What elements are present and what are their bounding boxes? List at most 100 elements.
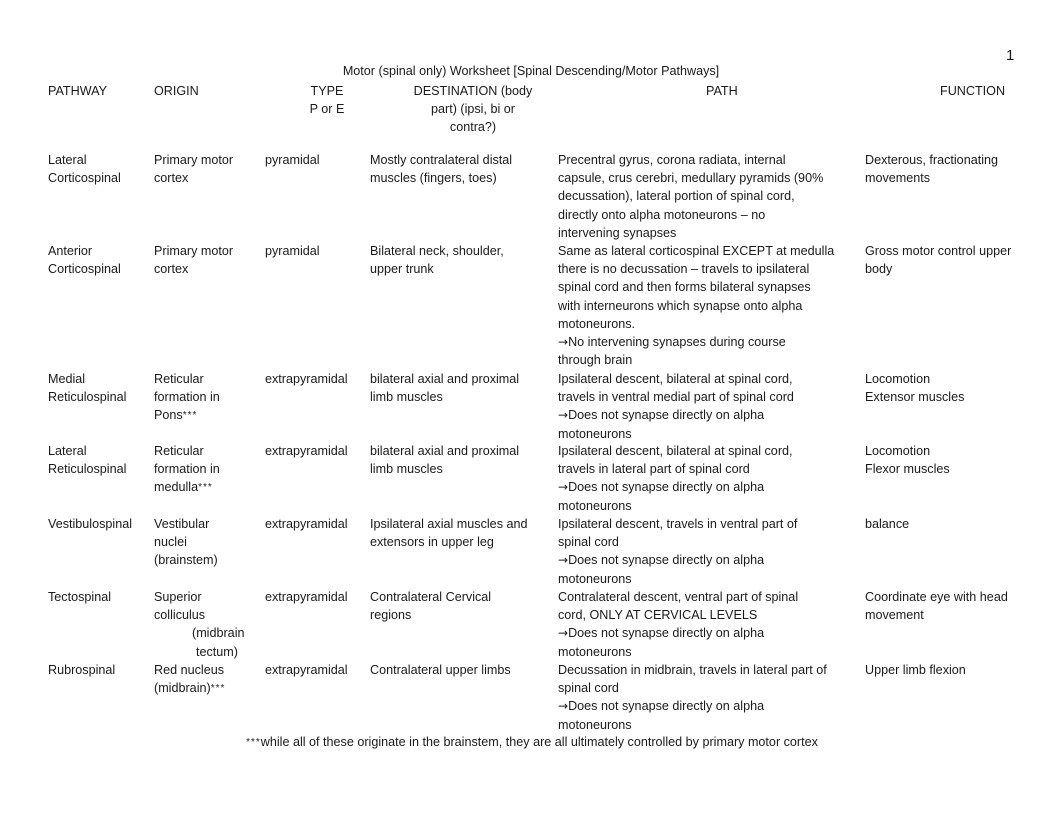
arrow-right-icon: → xyxy=(558,626,569,641)
cell-pathway-line: Reticulospinal xyxy=(48,390,127,405)
cell-origin-line: Red nucleus xyxy=(154,663,225,677)
cell-destination-line: Contralateral Cervical xyxy=(370,590,492,604)
cell-function-line: Dexterous, fractionating xyxy=(865,153,999,167)
cell-path-line: spinal cord and then forms bilateral syn… xyxy=(558,280,811,295)
cell-origin-line: cortex xyxy=(154,262,189,277)
cell-origin-line: nuclei xyxy=(154,535,187,550)
path-note-text: through brain xyxy=(558,353,633,368)
cell-path: Precentral gyrus, corona radiata, intern… xyxy=(558,151,858,242)
cell-type-line: pyramidal xyxy=(265,153,320,167)
path-note-line: →Does not synapse directly on alpha xyxy=(558,551,858,569)
cell-pathway-line: Medial xyxy=(48,372,86,386)
header-destination: DESTINATION (body part) (ipsi, bi or con… xyxy=(398,82,548,137)
cell-pathway: Medial Reticulospinal xyxy=(48,370,148,406)
cell-destination-line: bilateral axial and proximal xyxy=(370,372,520,386)
cell-origin-line: Superior xyxy=(154,590,202,604)
cell-path: Ipsilateral descent, bilateral at spinal… xyxy=(558,442,858,515)
path-note-line: →Does not synapse directly on alpha xyxy=(558,624,858,642)
cell-function-line: Coordinate eye with head xyxy=(865,590,1008,604)
path-note-text: No intervening synapses during course xyxy=(568,335,786,350)
footnote-marker: *** xyxy=(182,410,198,422)
cell-pathway-line: Lateral xyxy=(48,153,87,167)
cell-path-line: Same as lateral corticospinal EXCEPT at … xyxy=(558,244,835,258)
cell-destination-line: Mostly contralateral distal xyxy=(370,153,513,167)
path-note-line: →Does not synapse directly on alpha xyxy=(558,406,858,424)
cell-destination-line: upper trunk xyxy=(370,262,434,277)
header-type-line: P or E xyxy=(309,102,345,117)
cell-pathway-line: Corticospinal xyxy=(48,262,121,277)
cell-origin-line: Primary motor xyxy=(154,244,234,258)
cell-function: Gross motor control upper body xyxy=(865,242,1040,278)
path-note-text: Does not synapse directly on alpha xyxy=(568,553,765,568)
cell-pathway: Anterior Corticospinal xyxy=(48,242,148,278)
cell-pathway-line: Anterior xyxy=(48,244,93,258)
cell-origin-line: (brainstem) xyxy=(154,553,218,568)
path-note-line: motoneurons xyxy=(558,643,858,661)
footnote-marker: *** xyxy=(198,482,213,494)
cell-destination-line: extensors in upper leg xyxy=(370,535,494,550)
path-note-text: motoneurons xyxy=(558,426,632,441)
path-note-line: →Does not synapse directly on alpha xyxy=(558,478,858,496)
path-note-text: motoneurons xyxy=(558,644,632,659)
arrow-right-icon: → xyxy=(558,553,569,568)
path-note-line: through brain xyxy=(558,351,858,369)
arrow-right-icon: → xyxy=(558,335,569,350)
cell-function-line: Flexor muscles xyxy=(865,462,950,477)
cell-path-line: capsule, crus cerebri, medullary pyramid… xyxy=(558,171,824,186)
cell-destination: Contralateral Cervical regions xyxy=(370,588,552,624)
header-function: FUNCTION xyxy=(940,84,1006,98)
cell-type-line: extrapyramidal xyxy=(265,517,348,531)
cell-pathway-line: Corticospinal xyxy=(48,171,121,186)
cell-function: Locomotion Flexor muscles xyxy=(865,442,1040,478)
cell-destination-line: limb muscles xyxy=(370,462,443,477)
cell-function: Upper limb flexion xyxy=(865,661,1040,679)
cell-pathway-line: Lateral xyxy=(48,444,87,458)
cell-type: extrapyramidal xyxy=(265,515,365,533)
cell-path: Contralateral descent, ventral part of s… xyxy=(558,588,858,661)
path-note-text: Does not synapse directly on alpha xyxy=(568,626,765,641)
path-note-text: Does not synapse directly on alpha xyxy=(568,408,765,423)
cell-origin: Superior colliculus (midbrain tectum) xyxy=(154,588,260,661)
cell-destination: bilateral axial and proximal limb muscles xyxy=(370,370,552,406)
cell-destination: bilateral axial and proximal limb muscles xyxy=(370,442,552,478)
cell-origin-line: colliculus xyxy=(154,608,206,623)
cell-path-line: decussation), lateral portion of spinal … xyxy=(558,189,795,204)
header-destination-line: DESTINATION (body xyxy=(413,84,533,98)
cell-origin-line: cortex xyxy=(154,171,189,186)
cell-pathway-line: Tectospinal xyxy=(48,590,112,604)
path-note-line: motoneurons xyxy=(558,716,858,734)
arrow-right-icon: → xyxy=(558,480,569,495)
cell-destination-line: regions xyxy=(370,608,412,623)
cell-pathway: Lateral Reticulospinal xyxy=(48,442,148,478)
cell-type: pyramidal xyxy=(265,151,365,169)
cell-pathway-line: Vestibulospinal xyxy=(48,517,133,531)
cell-type: extrapyramidal xyxy=(265,588,365,606)
cell-pathway: Lateral Corticospinal xyxy=(48,151,148,187)
cell-type: extrapyramidal xyxy=(265,661,365,679)
path-note-line: →No intervening synapses during course xyxy=(558,333,858,351)
cell-path-line: cord, ONLY AT CERVICAL LEVELS xyxy=(558,608,758,623)
cell-function: balance xyxy=(865,515,1040,533)
cell-origin-line: Primary motor xyxy=(154,153,234,167)
cell-origin-line: Pons*** xyxy=(154,408,198,423)
cell-path-line: intervening synapses xyxy=(558,225,677,240)
cell-function-line: Gross motor control upper xyxy=(865,244,1012,258)
path-note-line: →Does not synapse directly on alpha xyxy=(558,697,858,715)
header-origin: ORIGIN xyxy=(154,84,199,98)
cell-origin-line: Reticular xyxy=(154,372,204,386)
footnote-marker: *** xyxy=(210,683,226,695)
cell-destination: Mostly contralateral distal muscles (fing… xyxy=(370,151,552,187)
document-title-text: Motor (spinal only) Worksheet [Spinal De… xyxy=(342,64,720,78)
header-path: PATH xyxy=(706,84,738,98)
cell-destination: Ipsilateral axial muscles and extensors i… xyxy=(370,515,552,551)
cell-type-line: pyramidal xyxy=(265,244,320,258)
header-type-line: TYPE xyxy=(310,84,344,98)
path-note-text: Does not synapse directly on alpha xyxy=(568,699,765,714)
footnote: ***while all of these originate in the b… xyxy=(0,733,1062,752)
document-title: Motor (spinal only) Worksheet [Spinal De… xyxy=(0,62,1062,80)
cell-destination-line: bilateral axial and proximal xyxy=(370,444,520,458)
cell-origin-line: (midbrain xyxy=(192,626,245,641)
cell-function: Dexterous, fractionating movements xyxy=(865,151,1040,187)
cell-path-line: spinal cord xyxy=(558,681,619,696)
cell-path-line: travels in ventral medial part of spinal… xyxy=(558,390,794,405)
